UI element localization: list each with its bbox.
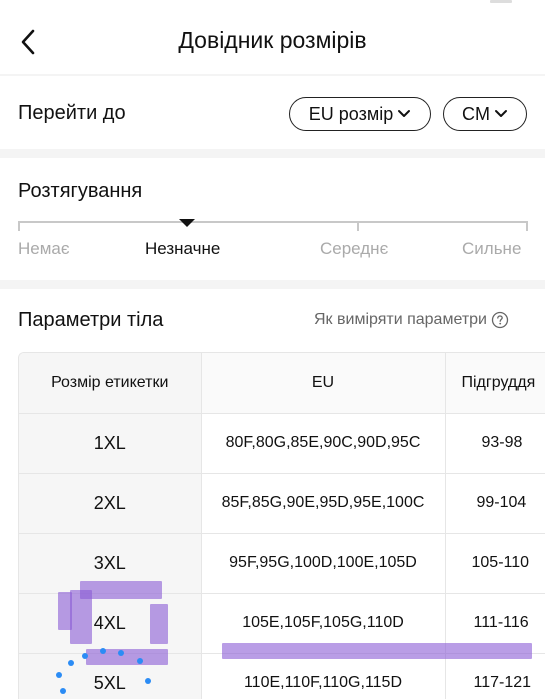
table-row: 2XL 85F,85G,90E,95D,95E,100C 99-104 <box>19 473 545 534</box>
highlight-mark <box>222 643 532 659</box>
how-to-measure-label: Як виміряти параметри <box>314 311 487 328</box>
size-system-dropdown[interactable]: EU розмір <box>289 97 431 131</box>
page-title: Довідник розмірів <box>178 27 367 53</box>
touch-dot <box>56 672 62 678</box>
eu-cell: 80F,80G,85E,90C,90D,95C <box>201 413 446 474</box>
params-title: Параметри тіла <box>18 309 164 331</box>
column-header-eu: EU <box>201 353 446 414</box>
stretch-tick <box>18 221 20 231</box>
stretch-level-none[interactable]: Немає <box>18 239 70 259</box>
status-mark <box>490 0 512 3</box>
size-cell: 1XL <box>19 413 202 474</box>
eu-cell: 85F,85G,90E,95D,95E,100C <box>201 473 446 534</box>
section-divider <box>0 149 545 158</box>
highlight-mark <box>150 604 168 644</box>
section-divider <box>0 280 545 289</box>
how-to-measure-link[interactable]: Як виміряти параметри <box>314 311 509 329</box>
table-header-row: Розмір етикетки EU Підгруддя <box>19 353 545 414</box>
unit-value: CM <box>462 103 490 124</box>
highlight-mark <box>86 649 168 665</box>
touch-dot <box>137 658 143 664</box>
underbust-cell: 93-98 <box>445 413 545 474</box>
highlight-mark <box>80 581 162 599</box>
eu-cell: 95F,95G,100D,100E,105D <box>201 533 446 594</box>
stretch-pointer <box>179 219 195 227</box>
stretch-tick <box>526 221 528 231</box>
touch-dot <box>145 678 151 684</box>
size-system-value: EU розмір <box>308 103 394 124</box>
divider <box>0 74 545 76</box>
goto-label: Перейти до <box>18 102 126 124</box>
touch-dot <box>60 688 66 694</box>
highlight-mark <box>70 590 92 644</box>
touch-dot <box>100 648 106 654</box>
stretch-level-strong[interactable]: Сильне <box>462 239 521 259</box>
stretch-track[interactable] <box>18 221 528 223</box>
touch-dot <box>118 650 124 656</box>
stretch-level-medium[interactable]: Середнє <box>320 239 388 259</box>
chevron-down-icon <box>398 110 411 117</box>
size-cell: 4XL <box>19 593 202 654</box>
touch-dot <box>68 660 74 666</box>
underbust-cell: 117-121 <box>445 653 545 699</box>
column-header-underbust: Підгруддя <box>445 353 545 414</box>
unit-dropdown[interactable]: CM <box>443 97 527 131</box>
chevron-down-icon <box>495 110 507 117</box>
touch-dot <box>82 653 88 659</box>
stretch-level-slight[interactable]: Незначне <box>145 239 220 259</box>
table-row: 1XL 80F,80G,85E,90C,90D,95C 93-98 <box>19 413 545 474</box>
header: Довідник розмірів <box>0 0 545 74</box>
question-circle-icon <box>491 311 509 329</box>
underbust-cell: 105-110 <box>445 533 545 594</box>
size-cell: 2XL <box>19 473 202 534</box>
stretch-title: Розтягування <box>18 180 143 202</box>
underbust-cell: 99-104 <box>445 473 545 534</box>
eu-cell: 110E,110F,110G,115D <box>201 653 446 699</box>
stretch-tick <box>357 221 359 231</box>
column-header-size-label: Розмір етикетки <box>19 353 202 414</box>
